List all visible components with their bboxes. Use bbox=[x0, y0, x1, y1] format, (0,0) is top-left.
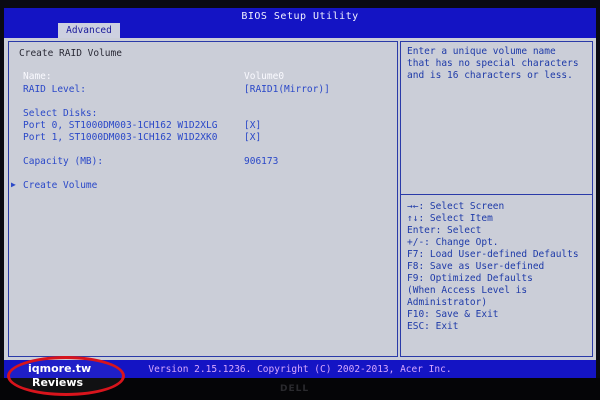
settings-pane: Create RAID Volume Name: Volume0 RAID Le… bbox=[8, 41, 398, 357]
title-bar: BIOS Setup Utility Advanced bbox=[4, 8, 596, 38]
help-divider bbox=[401, 194, 592, 195]
bios-screen: BIOS Setup Utility Advanced Create RAID … bbox=[0, 0, 600, 400]
select-disks-heading: Select Disks: bbox=[23, 108, 98, 119]
disk-port1-checkbox[interactable]: [X] bbox=[244, 132, 261, 143]
name-label[interactable]: Name: bbox=[23, 71, 52, 82]
key-hint: F10: Save & Exit bbox=[407, 309, 499, 320]
help-description-line: that has no special characters bbox=[407, 58, 579, 69]
help-description-line: and is 16 characters or less. bbox=[407, 70, 573, 81]
watermark-line2: Reviews bbox=[32, 376, 84, 389]
key-hint: F8: Save as User-defined bbox=[407, 261, 545, 272]
selection-arrow-icon: ▶ bbox=[11, 180, 16, 189]
tab-advanced[interactable]: Advanced bbox=[58, 23, 120, 38]
disk-port0-checkbox[interactable]: [X] bbox=[244, 120, 261, 131]
key-hint: (When Access Level is bbox=[407, 285, 528, 296]
name-value[interactable]: Volume0 bbox=[244, 71, 284, 82]
raid-level-label: RAID Level: bbox=[23, 84, 86, 95]
section-heading: Create RAID Volume bbox=[19, 48, 122, 59]
disk-port0-label: Port 0, ST1000DM003-1CH162 W1D2XLG bbox=[23, 120, 218, 131]
help-pane: Enter a unique volume name that has no s… bbox=[400, 41, 593, 357]
key-hint: ESC: Exit bbox=[407, 321, 459, 332]
key-hint: ↑↓: Select Item bbox=[407, 213, 493, 224]
key-hint: Administrator) bbox=[407, 297, 488, 308]
raid-level-value[interactable]: [RAID1(Mirror)] bbox=[244, 84, 330, 95]
key-hint: F9: Optimized Defaults bbox=[407, 273, 533, 284]
brand-logo: DELL bbox=[280, 384, 310, 394]
key-hint: →←: Select Screen bbox=[407, 201, 505, 212]
window-title: BIOS Setup Utility bbox=[241, 11, 359, 22]
watermark-line1: iqmore.tw bbox=[28, 362, 92, 375]
key-hint: +/-: Change Opt. bbox=[407, 237, 499, 248]
capacity-value: 906173 bbox=[244, 156, 279, 167]
help-description-line: Enter a unique volume name bbox=[407, 46, 556, 57]
key-hint: Enter: Select bbox=[407, 225, 482, 236]
create-volume-button[interactable]: Create Volume bbox=[23, 180, 97, 191]
disk-port1-label: Port 1, ST1000DM003-1CH162 W1D2XK0 bbox=[23, 132, 218, 143]
key-hint: F7: Load User-defined Defaults bbox=[407, 249, 579, 260]
capacity-label: Capacity (MB): bbox=[23, 156, 104, 167]
main-panel: Create RAID Volume Name: Volume0 RAID Le… bbox=[4, 38, 596, 360]
